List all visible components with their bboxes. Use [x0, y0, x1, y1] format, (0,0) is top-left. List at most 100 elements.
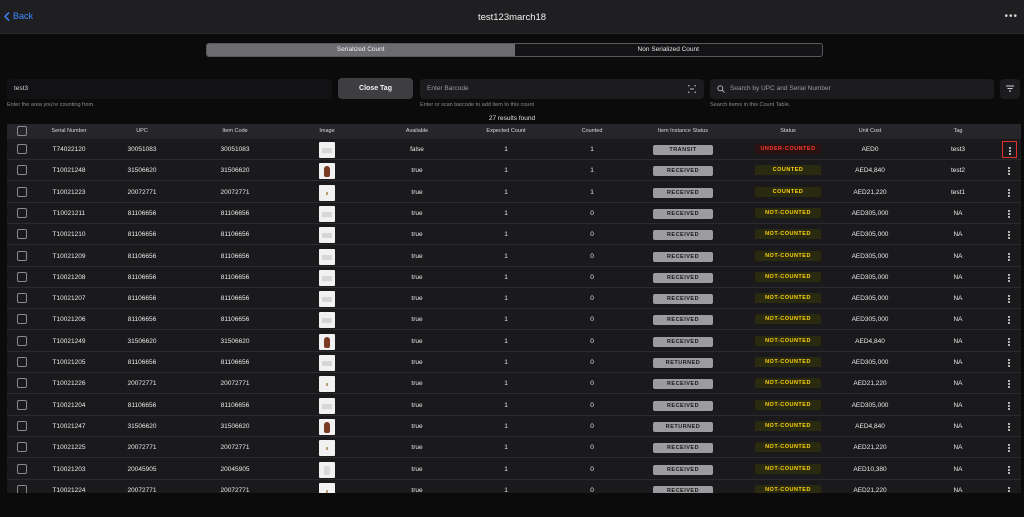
instance-status-badge: RECEIVED: [653, 166, 713, 177]
counted-cell: 0: [590, 444, 594, 452]
available-cell: true: [411, 337, 423, 345]
row-more-icon[interactable]: [1004, 464, 1014, 476]
serial-number-cell: T10021249: [52, 337, 86, 345]
area-input[interactable]: test3: [7, 79, 332, 99]
upc-cell: 20072771: [127, 486, 157, 493]
expected-count-cell: 1: [504, 401, 508, 409]
row-more-icon[interactable]: [1004, 165, 1014, 177]
row-checkbox[interactable]: [17, 165, 27, 176]
row-checkbox[interactable]: [17, 378, 27, 389]
row-checkbox[interactable]: [17, 271, 27, 282]
row-more-icon[interactable]: [1004, 229, 1014, 241]
table-row[interactable]: T10021226 20072771 20072771 true 1 0 AED21,220…: [7, 373, 1021, 395]
available-cell: true: [411, 188, 423, 196]
kebab-dot: [1008, 319, 1010, 322]
table-row[interactable]: T10021225 20072771 20072771 true 1 0 AED21,220…: [7, 437, 1021, 459]
row-more-icon[interactable]: [1004, 251, 1014, 263]
kebab-dot: [1008, 489, 1010, 492]
expected-count-cell: 1: [504, 465, 508, 473]
product-image: [319, 440, 335, 457]
select-all-checkbox[interactable]: [17, 126, 27, 136]
serial-number-cell: T10021226: [52, 380, 86, 388]
upc-cell: 20072771: [127, 444, 157, 452]
row-checkbox[interactable]: [17, 335, 27, 346]
row-checkbox[interactable]: [17, 207, 27, 218]
item-code-cell: 81106656: [220, 295, 250, 303]
row-checkbox[interactable]: [17, 357, 27, 367]
row-checkbox[interactable]: [17, 399, 27, 410]
tag-cell: test1: [950, 188, 966, 196]
table-row[interactable]: T10021203 20045905 20045905 true 1 0 AED10,380…: [7, 459, 1021, 480]
table-row[interactable]: T10021248 31506620 31506620 true 1 1 AED4,840 t…: [7, 160, 1021, 182]
status-badge: NOT-COUNTED: [755, 293, 821, 304]
row-checkbox[interactable]: [17, 229, 27, 240]
row-more-icon[interactable]: [1002, 141, 1017, 158]
row-checkbox[interactable]: [17, 442, 27, 453]
row-more-icon[interactable]: [1004, 442, 1014, 454]
tag-cell: test2: [950, 167, 966, 175]
tag-cell: NA: [953, 337, 963, 345]
table-row[interactable]: T10021209 81106656 81106656 true 1 0 AED305,00…: [7, 246, 1021, 267]
available-cell: true: [411, 401, 423, 409]
table-row[interactable]: T10021205 81106656 81106656 true 1 0 AED305,00…: [7, 352, 1021, 373]
table-row[interactable]: T10021210 81106656 81106656 true 1 0 AED305,00…: [7, 224, 1021, 246]
kebab-dot: [1008, 215, 1010, 218]
available-cell: true: [411, 231, 423, 239]
row-checkbox[interactable]: [17, 463, 27, 474]
row-checkbox[interactable]: [17, 314, 27, 325]
more-options-icon[interactable]: •••: [1004, 11, 1018, 22]
table-row[interactable]: T10021223 20072771 20072771 true 1 1 AED21,220…: [7, 182, 1021, 203]
col-image: Image: [319, 128, 335, 134]
instance-status-badge: RECEIVED: [653, 251, 713, 262]
row-checkbox[interactable]: [17, 186, 27, 197]
results-count: 27 results found: [488, 115, 536, 122]
table-row[interactable]: T10021224 20072771 20072771 true 1 0 AED21,220…: [7, 480, 1021, 493]
table-row[interactable]: T10021208 81106656 81106656 true 1 0 AED305,00…: [7, 267, 1021, 288]
close-tag-button[interactable]: Close Tag: [338, 78, 413, 99]
row-more-icon[interactable]: [1004, 187, 1014, 199]
row-checkbox[interactable]: [17, 250, 27, 261]
row-more-icon[interactable]: [1004, 421, 1014, 433]
table-row[interactable]: T10021206 81106656 81106656 true 1 0 AED305,00…: [7, 309, 1021, 331]
status-badge: COUNTED: [755, 186, 821, 197]
tab-serialized-count[interactable]: Serialized Count: [207, 44, 515, 56]
barcode-scan-icon[interactable]: [688, 85, 696, 93]
instance-status-badge: RECEIVED: [653, 443, 713, 454]
row-more-icon[interactable]: [1004, 314, 1014, 326]
row-more-icon[interactable]: [1004, 336, 1014, 348]
row-more-icon[interactable]: [1004, 378, 1014, 390]
status-badge: NOT-COUNTED: [755, 314, 821, 325]
row-checkbox[interactable]: [17, 293, 27, 304]
table-row[interactable]: T10021211 81106656 81106656 true 1 0 AED305,00…: [7, 203, 1021, 224]
kebab-dot: [1008, 273, 1010, 276]
unit-cost-cell: AED0: [861, 146, 879, 153]
tag-cell: NA: [953, 444, 963, 452]
table-row[interactable]: T74022120 30051083 30051083 false 1 1 AED0 test…: [7, 139, 1021, 160]
instance-status-badge: RECEIVED: [653, 464, 713, 475]
tab-non-serialized-count[interactable]: Non Serialized Count: [515, 44, 823, 56]
row-more-icon[interactable]: [1004, 208, 1014, 220]
expected-count-cell: 1: [504, 486, 508, 493]
table-row[interactable]: T10021249 31506620 31506620 true 1 0 AED4,840 N…: [7, 331, 1021, 352]
table-row[interactable]: T10021204 81106656 81106656 true 1 0 AED305,00…: [7, 395, 1021, 416]
available-cell: true: [411, 422, 423, 430]
row-more-icon[interactable]: [1004, 485, 1014, 493]
product-image: [319, 227, 335, 244]
row-more-icon[interactable]: [1004, 293, 1014, 305]
table-row[interactable]: T10021207 81106656 81106656 true 1 0 AED305,00…: [7, 288, 1021, 310]
row-checkbox[interactable]: [17, 484, 27, 493]
barcode-input[interactable]: Enter Barcode: [420, 79, 704, 99]
filter-button[interactable]: [1000, 79, 1020, 99]
table-row[interactable]: T10021247 31506620 31506620 true 1 0 AED4,840 N…: [7, 416, 1021, 437]
row-checkbox[interactable]: [17, 144, 27, 154]
row-checkbox[interactable]: [17, 420, 27, 431]
item-code-cell: 20072771: [220, 486, 250, 493]
row-more-icon[interactable]: [1004, 400, 1014, 412]
search-input[interactable]: Search by UPC and Serial Number: [710, 79, 994, 99]
top-bar: Back test123march18 •••: [0, 0, 1024, 34]
tag-cell: NA: [953, 209, 963, 217]
product-image: [319, 355, 335, 371]
col-counted: Counted: [581, 128, 603, 134]
row-more-icon[interactable]: [1004, 272, 1014, 284]
row-more-icon[interactable]: [1004, 357, 1014, 369]
